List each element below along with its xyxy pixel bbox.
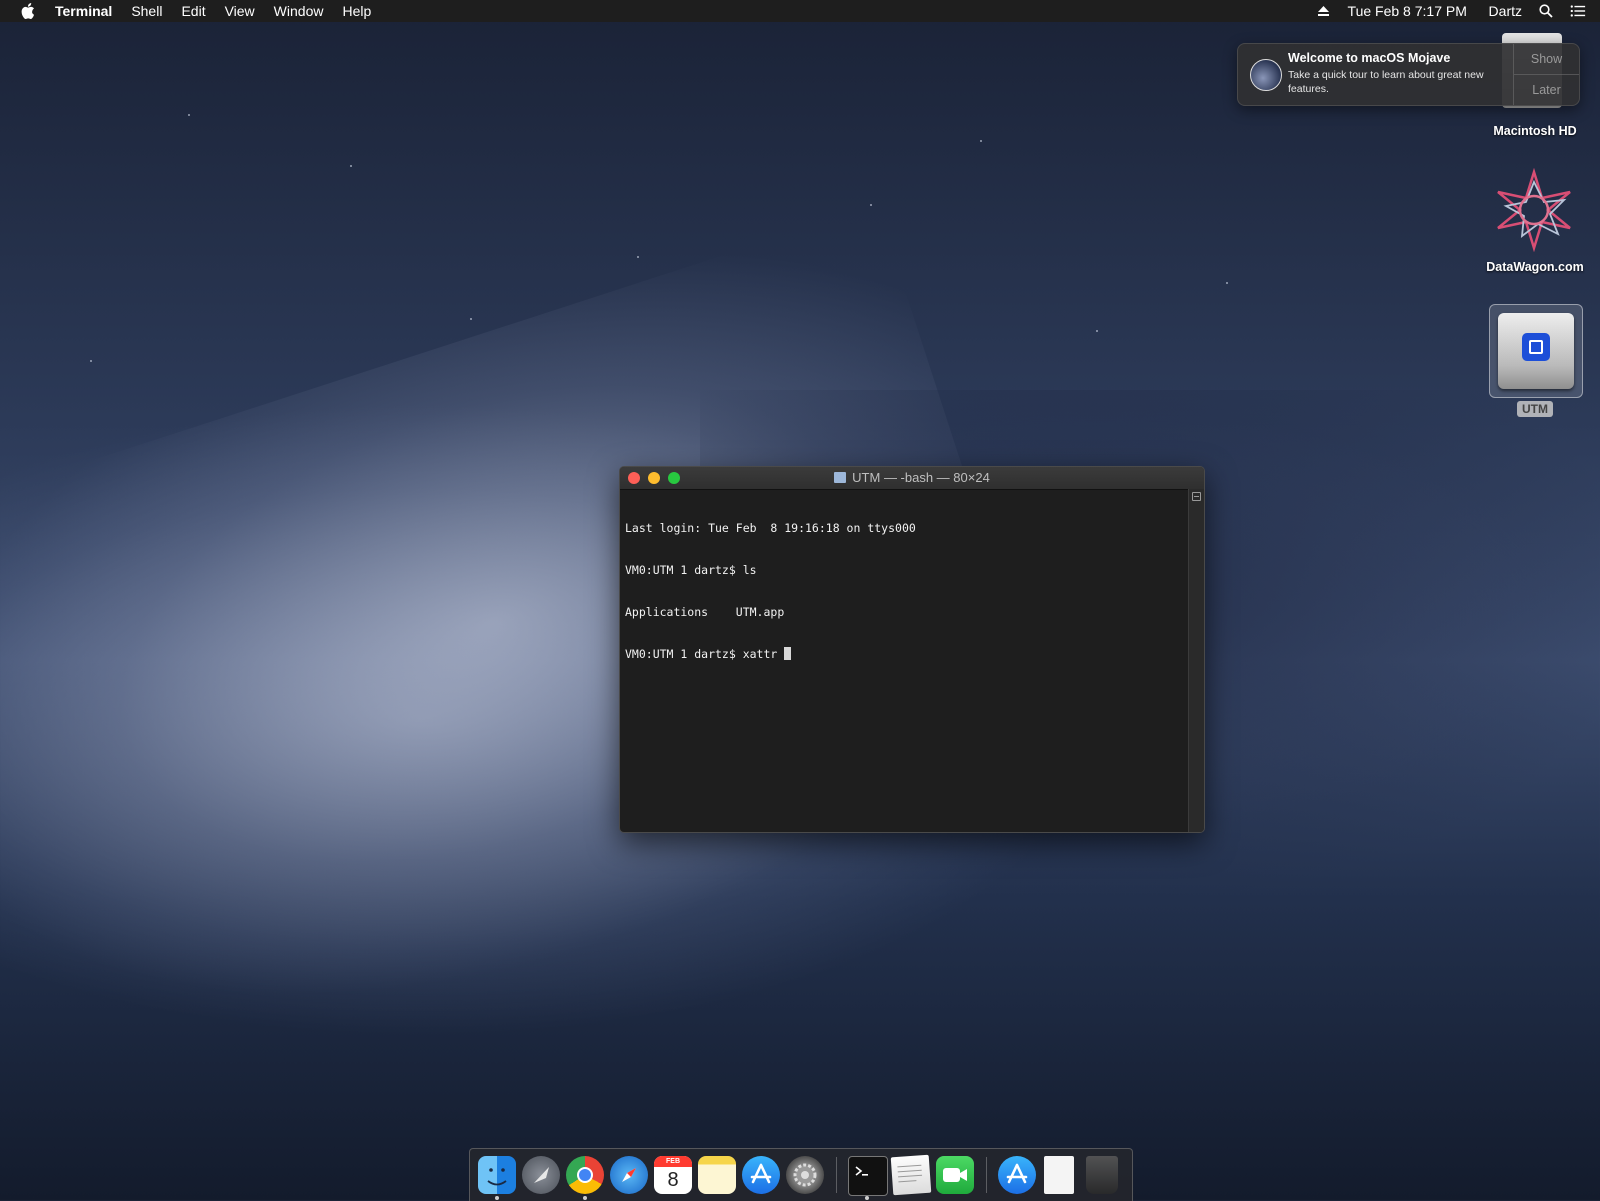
menu-app-name[interactable]: Terminal (55, 3, 112, 19)
app-store-icon[interactable] (742, 1156, 780, 1194)
safari-icon[interactable] (610, 1156, 648, 1194)
trash-icon[interactable] (1086, 1156, 1118, 1194)
applications-folder-icon[interactable] (998, 1156, 1036, 1194)
document-icon[interactable] (1044, 1156, 1074, 1194)
menu-clock[interactable]: Tue Feb 8 7:17 PM (1348, 3, 1473, 19)
utm-logo-icon (1522, 333, 1550, 361)
finder-icon[interactable] (478, 1156, 516, 1194)
eject-icon[interactable] (1316, 3, 1332, 19)
datawagon-label[interactable]: DataWagon.com (1474, 260, 1596, 274)
mojave-icon (1250, 59, 1282, 91)
dock: FEB 8 (469, 1148, 1133, 1201)
running-indicator (495, 1196, 499, 1200)
terminal-prompt-line: VM0:UTM 1 dartz$ xattr (625, 647, 785, 661)
system-preferences-icon[interactable] (786, 1156, 824, 1194)
calendar-month: FEB (654, 1156, 692, 1167)
dock-separator (986, 1157, 987, 1193)
terminal-line: Applications UTM.app (625, 605, 785, 619)
utm-label[interactable]: UTM (1517, 401, 1553, 417)
calendar-icon[interactable]: FEB 8 (654, 1156, 692, 1194)
dock-separator (836, 1157, 837, 1193)
menu-user[interactable]: Dartz (1489, 3, 1522, 19)
menu-view[interactable]: View (225, 3, 255, 19)
menu-help[interactable]: Help (342, 3, 371, 19)
notification-body: Take a quick tour to learn about great n… (1288, 69, 1484, 95)
drive-icon (1498, 313, 1574, 389)
terminal-title: UTM — -bash — 80×24 (620, 467, 1204, 489)
terminal-line: VM0:UTM 1 dartz$ ls (625, 563, 757, 577)
terminal-output[interactable]: Last login: Tue Feb 8 19:16:18 on ttys00… (620, 489, 1188, 832)
terminal-titlebar[interactable]: UTM — -bash — 80×24 (620, 467, 1204, 490)
notification-title: Welcome to macOS Mojave (1288, 51, 1451, 65)
notes-icon[interactable] (698, 1156, 736, 1194)
utm-volume-icon[interactable] (1489, 304, 1583, 398)
menu-window[interactable]: Window (274, 3, 324, 19)
menu-shell[interactable]: Shell (131, 3, 162, 19)
text-cursor (784, 647, 792, 660)
launchpad-icon[interactable] (522, 1156, 560, 1194)
search-icon[interactable] (1538, 3, 1554, 19)
terminal-line: Last login: Tue Feb 8 19:16:18 on ttys00… (625, 521, 916, 535)
apple-icon[interactable] (20, 3, 36, 19)
macintosh-hd-label[interactable]: Macintosh HD (1489, 124, 1581, 138)
datawagon-icon[interactable] (1492, 167, 1576, 253)
textedit-icon[interactable] (890, 1154, 932, 1196)
chrome-icon[interactable] (566, 1156, 604, 1194)
notification-show-button[interactable]: Show (1514, 44, 1579, 75)
menu-edit[interactable]: Edit (181, 3, 205, 19)
folder-icon (834, 472, 847, 483)
menu-bar: Terminal Shell Edit View Window Help Tue… (0, 0, 1600, 22)
running-indicator (865, 1196, 869, 1200)
terminal-window[interactable]: UTM — -bash — 80×24 Last login: Tue Feb … (619, 466, 1205, 833)
welcome-notification[interactable]: Welcome to macOS Mojave Take a quick tou… (1237, 43, 1580, 106)
running-indicator (583, 1196, 587, 1200)
split-pane-icon[interactable] (1192, 492, 1201, 501)
terminal-icon[interactable] (848, 1156, 888, 1196)
facetime-icon[interactable] (936, 1156, 974, 1194)
terminal-scrollbar[interactable] (1188, 489, 1204, 832)
terminal-title-text: UTM — -bash — 80×24 (852, 470, 990, 485)
calendar-day: 8 (667, 1169, 679, 1191)
list-icon[interactable] (1570, 3, 1586, 19)
notification-later-button[interactable]: Later (1514, 75, 1579, 105)
